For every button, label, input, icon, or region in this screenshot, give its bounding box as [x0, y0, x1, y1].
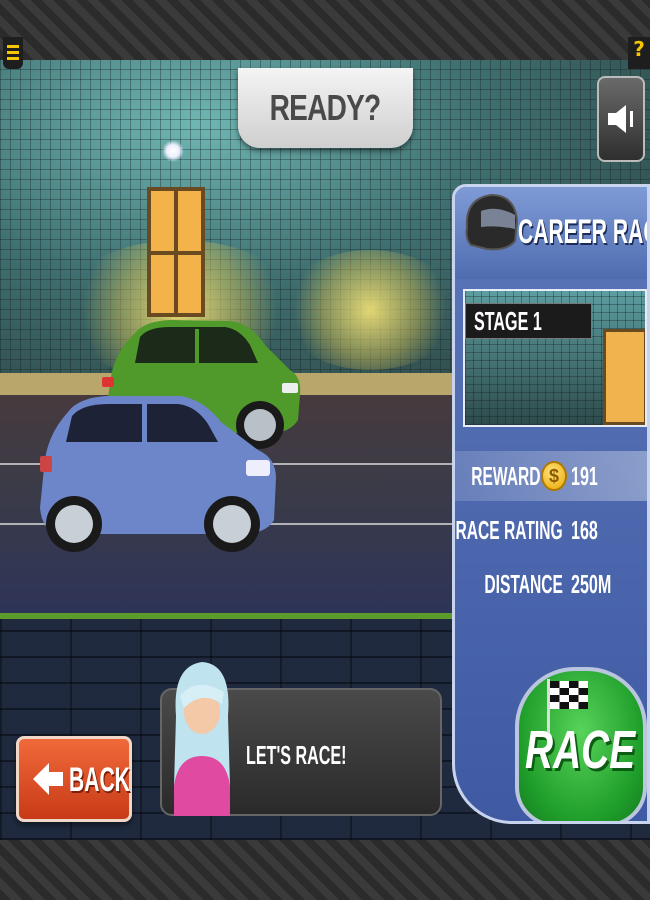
helmet-icon	[465, 193, 519, 251]
menu-icon	[7, 45, 19, 48]
help-icon: ?	[633, 37, 645, 61]
ready-banner-text: READY?	[270, 87, 382, 128]
back-button-label: BACK	[69, 761, 130, 799]
stage-preview-window	[603, 329, 645, 425]
character-avatar	[174, 662, 230, 816]
race-rating-label: RACE RATING	[455, 515, 563, 545]
game-scene: READY? CAREER RACE STAGE 1 REWARD $ 191 …	[0, 60, 650, 840]
checkered-flag-icon	[547, 679, 588, 733]
sound-button[interactable]	[597, 76, 645, 162]
light-glow	[280, 250, 460, 370]
help-button[interactable]: ?	[628, 37, 650, 69]
stage-label: STAGE 1	[465, 303, 593, 339]
dialog-text: LET'S RACE!	[246, 740, 347, 770]
lit-window	[147, 187, 205, 317]
coin-icon: $	[541, 461, 567, 491]
distance-label: DISTANCE	[484, 569, 563, 599]
race-rating-row: RACE RATING 168	[455, 505, 647, 555]
career-race-panel: CAREER RACE STAGE 1 REWARD $ 191 RACE RA…	[452, 184, 650, 824]
distance-value: 250M	[571, 569, 612, 599]
arrow-left-icon	[33, 763, 63, 795]
distance-row: DISTANCE 250M	[455, 559, 647, 609]
player-car	[40, 396, 276, 552]
speaker-icon	[608, 105, 633, 133]
top-bar	[0, 0, 650, 60]
career-race-title: CAREER RACE	[518, 213, 647, 251]
ready-banner: READY?	[238, 68, 413, 148]
menu-button[interactable]	[3, 37, 23, 69]
back-button[interactable]: BACK	[16, 736, 132, 822]
reward-value: 191	[571, 461, 598, 491]
race-rating-value: 168	[571, 515, 598, 545]
reward-label: REWARD	[471, 461, 541, 491]
reward-row: REWARD $ 191	[455, 451, 647, 501]
street-lamp	[162, 140, 184, 162]
bottom-bar	[0, 840, 650, 900]
stage-label-text: STAGE 1	[474, 306, 542, 336]
